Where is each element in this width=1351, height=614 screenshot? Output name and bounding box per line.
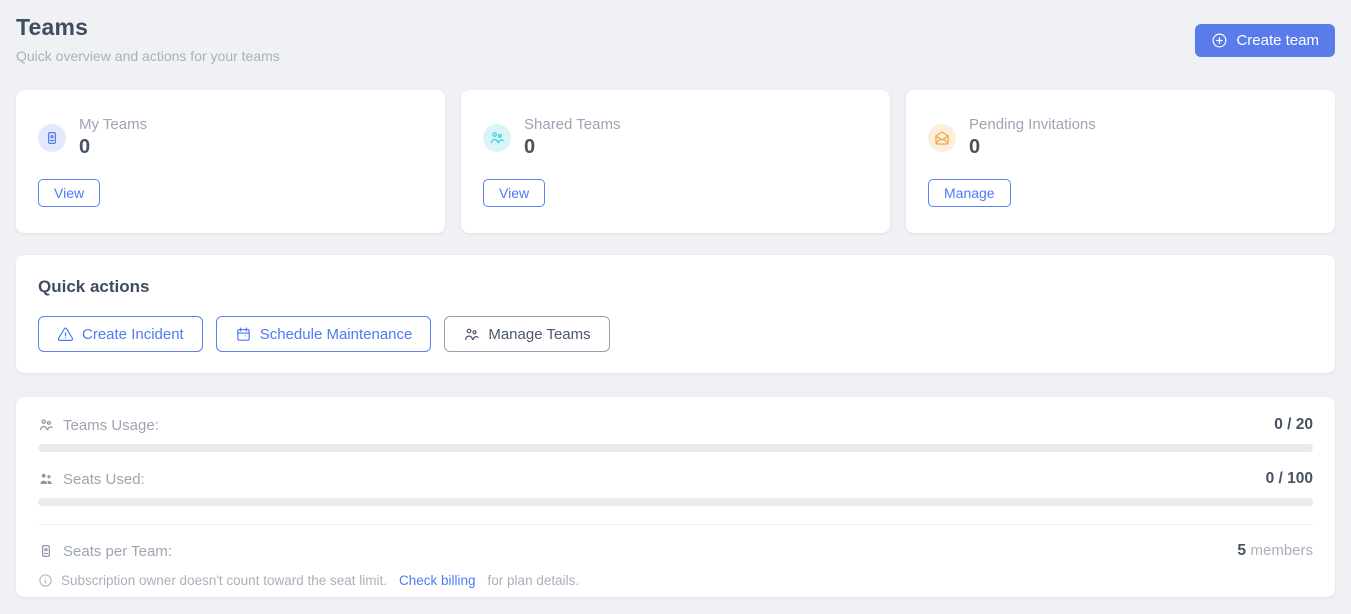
quick-actions-buttons: Create Incident Schedule Maintenance Man… [38,316,1313,352]
pending-invitations-card: Pending Invitations 0 Manage [906,90,1335,233]
quick-actions-title: Quick actions [38,277,1313,297]
seats-per-team-row: Seats per Team: 5 members [38,542,1313,560]
seats-used-label: Seats Used: [63,471,145,488]
note-text: Subscription owner doesn't count toward … [61,573,387,588]
manage-teams-button[interactable]: Manage Teams [444,316,609,352]
teams-usage-row: Teams Usage: 0 / 20 [38,416,1313,434]
teams-page: Teams Quick overview and actions for you… [0,0,1351,597]
seats-per-team-label: Seats per Team: [63,543,172,560]
shared-teams-card: Shared Teams 0 View [461,90,890,233]
stat-label: My Teams [79,116,147,133]
create-team-label: Create team [1236,32,1319,49]
seats-used-value: 0 / 100 [1266,470,1313,488]
page-subtitle: Quick overview and actions for your team… [16,48,280,64]
manage-teams-label: Manage Teams [488,326,590,343]
create-incident-button[interactable]: Create Incident [38,316,203,352]
create-incident-label: Create Incident [82,326,184,343]
seats-used-progress-bar [38,498,1313,506]
quick-actions-panel: Quick actions Create Incident Schedule M… [16,255,1335,373]
pending-invitations-manage-button[interactable]: Manage [928,179,1011,207]
teams-usage-progress-bar [38,444,1313,452]
schedule-maintenance-label: Schedule Maintenance [260,326,413,343]
plus-circle-icon [1211,32,1228,49]
seats-used-row: Seats Used: 0 / 100 [38,470,1313,488]
my-teams-view-button[interactable]: View [38,179,100,207]
mail-opened-icon [928,124,956,152]
page-header: Teams Quick overview and actions for you… [16,14,1335,64]
page-title: Teams [16,14,280,41]
create-team-button[interactable]: Create team [1195,24,1335,57]
shared-teams-view-button[interactable]: View [483,179,545,207]
calendar-icon [235,326,252,343]
id-badge-icon [38,124,66,152]
my-teams-card: My Teams 0 View [16,90,445,233]
seats-per-team-value: 5 members [1237,542,1313,560]
teams-usage-label: Teams Usage: [63,417,159,434]
stat-cards-row: My Teams 0 View Shared Teams 0 View [16,90,1335,233]
stat-value: 0 [969,136,1096,159]
users-group-icon [483,124,511,152]
warning-triangle-icon [57,326,74,343]
stat-label: Pending Invitations [969,116,1096,133]
stat-label: Shared Teams [524,116,620,133]
usage-divider [38,524,1313,525]
id-badge-icon [38,543,54,559]
note-suffix: for plan details. [488,573,580,588]
seat-limit-note: Subscription owner doesn't count toward … [38,573,1313,588]
check-billing-link[interactable]: Check billing [399,573,476,588]
info-icon [38,573,53,588]
teams-usage-value: 0 / 20 [1274,416,1313,434]
users-group-icon [463,326,480,343]
usage-panel: Teams Usage: 0 / 20 Seats Used: 0 / 100 [16,397,1335,597]
users-group-icon [38,417,54,433]
page-header-text: Teams Quick overview and actions for you… [16,14,280,64]
stat-value: 0 [524,136,620,159]
stat-value: 0 [79,136,147,159]
schedule-maintenance-button[interactable]: Schedule Maintenance [216,316,432,352]
users-filled-icon [38,471,54,487]
